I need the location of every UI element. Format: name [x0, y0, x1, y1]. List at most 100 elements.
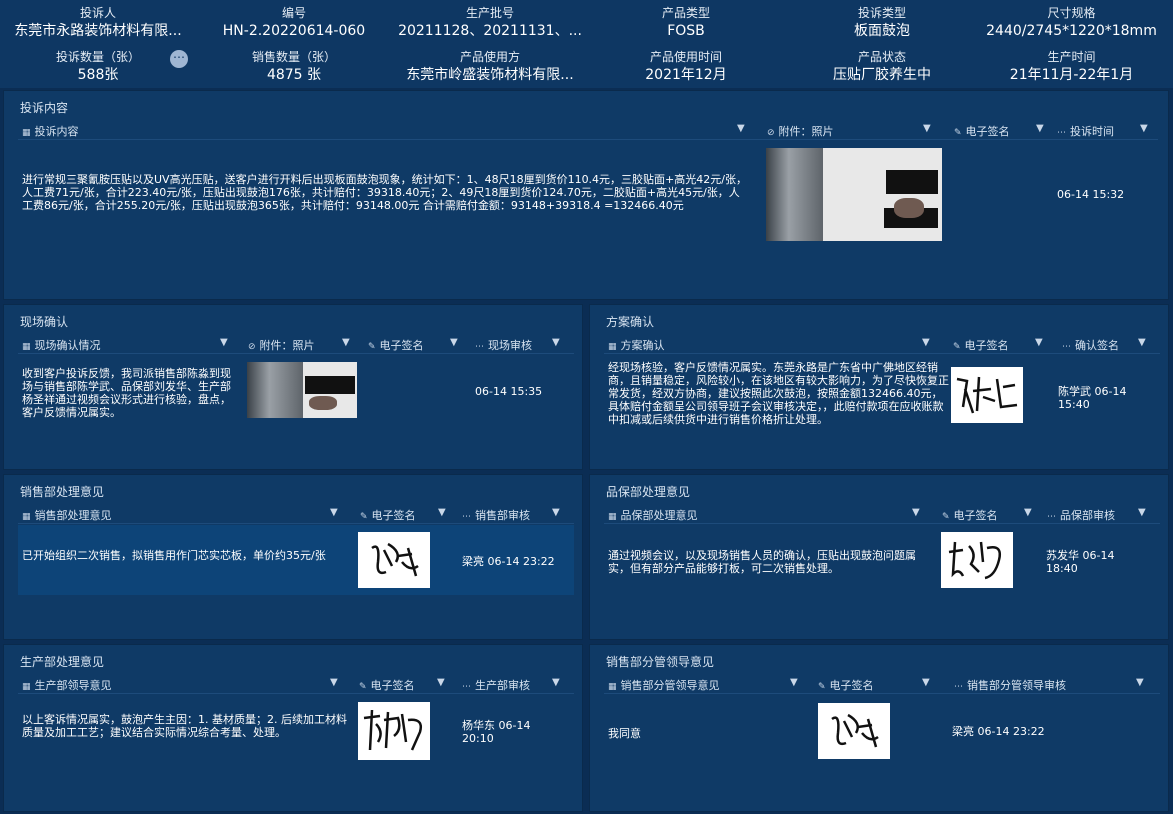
filter-icon[interactable]: ▼: [790, 677, 798, 688]
panel-title: 销售部处理意见: [20, 485, 105, 499]
panel-title: 投诉内容: [20, 101, 69, 115]
filter-icon[interactable]: ▼: [1136, 677, 1144, 688]
signature-image[interactable]: [358, 702, 430, 760]
field-value: 588张: [77, 67, 119, 83]
filter-icon[interactable]: ▼: [1035, 337, 1043, 348]
summary-row-1: 投诉人 东莞市永路装饰材料有限... 编号 HN-2.20220614-060 …: [0, 0, 1173, 44]
field-value: 东莞市永路装饰材料有限...: [14, 23, 182, 39]
col-label: 现场确认情况: [34, 339, 101, 352]
filter-icon[interactable]: ▼: [450, 337, 458, 348]
filter-icon[interactable]: ▼: [552, 507, 560, 518]
production-text: 以上客诉情况属实，鼓泡产生主因：1. 基材质量；2. 后续加工材料质量及加工工艺…: [22, 713, 347, 739]
product-type-field: 产品类型 FOSB: [588, 0, 784, 44]
leader-text: 我同意: [608, 727, 641, 740]
panel-title: 销售部分管领导意见: [606, 655, 715, 669]
site-confirmation-panel: 现场确认 ▦ 现场确认情况 ▼ ⊘ 附件：照片 ▼ ✎ 电子签名 ▼ ⋯ 现场审核 ▼ …: [3, 304, 583, 470]
filter-icon[interactable]: ▼: [552, 337, 560, 348]
quality-opinion-panel: 品保部处理意见 ▦ 品保部处理意见 ▼ ✎ 电子签名 ▼ ⋯ 品保部审核 ▼ 通过视频…: [589, 474, 1169, 640]
pen-icon: ✎: [953, 342, 961, 352]
panel-title: 品保部处理意见: [606, 485, 691, 499]
filter-icon[interactable]: ▼: [1138, 507, 1146, 518]
signature-image[interactable]: [818, 703, 890, 759]
col-label: 电子签名: [370, 679, 415, 692]
grid-icon: ▦: [22, 342, 31, 352]
field-value: 2021年12月: [645, 67, 727, 83]
col-label: 电子签名: [829, 679, 874, 692]
site-photo[interactable]: [247, 362, 357, 418]
pen-icon: ✎: [360, 512, 368, 522]
filter-icon[interactable]: ▼: [220, 337, 228, 348]
pen-icon: ✎: [942, 512, 950, 522]
grid-icon: ▦: [22, 512, 31, 522]
site-review-time: 06-14 15:35: [475, 385, 543, 398]
field-label: 尺寸规格: [1047, 6, 1096, 20]
field-value: 4875 张: [266, 67, 322, 83]
filter-icon[interactable]: ▼: [912, 507, 920, 518]
sales-leader-opinion-panel: 销售部分管领导意见 ▦ 销售部分管领导意见 ▼ ✎ 电子签名 ▼ ⋯ 销售部分管领导审…: [589, 644, 1169, 812]
col-label: 电子签名: [371, 509, 416, 522]
filter-icon[interactable]: ▼: [922, 677, 930, 688]
batch-field: 生产批号 20211128、20211131、...: [392, 0, 588, 44]
field-label: 产品状态: [857, 50, 906, 64]
field-value: 21年11月-22年1月: [1009, 67, 1134, 83]
quality-signer: 苏发华 06-14 18:40: [1046, 549, 1115, 575]
production-time-field: 生产时间 21年11月-22年1月: [970, 44, 1173, 88]
col-label: 方案确认: [620, 339, 665, 352]
grid-icon: ▦: [608, 512, 617, 522]
paperclip-icon: ⊘: [767, 128, 775, 138]
field-value: 压贴厂胶养生中: [833, 67, 931, 83]
col-label: 销售部分管领导审核: [967, 679, 1066, 692]
col-label: 电子签名: [964, 339, 1009, 352]
col-label: 现场审核: [488, 339, 532, 352]
complaint-photo[interactable]: [766, 148, 942, 241]
divider: [604, 523, 1160, 524]
field-label: 销售数量（张）: [251, 50, 336, 64]
filter-icon[interactable]: ▼: [1036, 123, 1044, 134]
filter-icon[interactable]: ▼: [1024, 507, 1032, 518]
col-label: 品保部审核: [1060, 509, 1115, 522]
divider: [18, 353, 574, 354]
dots-icon: ⋯: [954, 682, 963, 692]
field-value: 2440/2745*1220*18mm: [986, 23, 1157, 39]
panel-title: 生产部处理意见: [20, 655, 105, 669]
filter-icon[interactable]: ▼: [437, 677, 445, 688]
summary-header: 投诉人 东莞市永路装饰材料有限... 编号 HN-2.20220614-060 …: [0, 0, 1173, 88]
signature-image[interactable]: [941, 532, 1013, 588]
col-label: 投诉时间: [1070, 125, 1114, 138]
sales-signer: 梁亮 06-14 23:22: [462, 555, 555, 568]
complaint-detail-page: 投诉人 东莞市永路装饰材料有限... 编号 HN-2.20220614-060 …: [0, 0, 1173, 814]
paperclip-icon: ⊘: [248, 342, 256, 352]
complaint-text: 进行常规三聚氰胺压贴以及UV高光压贴，送客户进行开料后出现板面鼓泡现象，统计如下…: [22, 173, 747, 212]
panel-title: 现场确认: [20, 315, 69, 329]
product-status-field: 产品状态 压贴厂胶养生中: [784, 44, 980, 88]
col-label: 销售部审核: [475, 509, 530, 522]
signature-image[interactable]: [358, 532, 430, 588]
divider: [604, 353, 1160, 354]
filter-icon[interactable]: ▼: [1138, 337, 1146, 348]
product-user-field: 产品使用方 东莞市岭盛装饰材料有限...: [392, 44, 588, 88]
production-opinion-panel: 生产部处理意见 ▦ 生产部领导意见 ▼ ✎ 电子签名 ▼ ⋯ 生产部审核 ▼ 以上客诉…: [3, 644, 583, 812]
filter-icon[interactable]: ▼: [330, 507, 338, 518]
grid-icon: ▦: [608, 342, 617, 352]
col-label: 品保部处理意见: [620, 509, 698, 522]
more-icon[interactable]: ⋯: [170, 50, 188, 68]
field-value: HN-2.20220614-060: [222, 23, 366, 39]
filter-icon[interactable]: ▼: [438, 507, 446, 518]
col-label: 附件：照片: [259, 339, 315, 352]
filter-icon[interactable]: ▼: [330, 677, 338, 688]
dots-icon: ⋯: [462, 682, 471, 692]
filter-icon[interactable]: ▼: [342, 337, 350, 348]
filter-icon[interactable]: ▼: [922, 337, 930, 348]
filter-icon[interactable]: ▼: [552, 677, 560, 688]
field-label: 产品使用方: [459, 50, 520, 64]
filter-icon[interactable]: ▼: [737, 123, 745, 134]
col-label: 电子签名: [953, 509, 998, 522]
filter-icon[interactable]: ▼: [923, 123, 931, 134]
divider: [18, 139, 1158, 140]
number-field: 编号 HN-2.20220614-060: [196, 0, 392, 44]
plan-text: 经现场核验，客户反馈情况属实。东莞永路是广东省中广佛地区经销商，且销量稳定，风险…: [608, 361, 949, 426]
signature-image[interactable]: [951, 367, 1023, 423]
filter-icon[interactable]: ▼: [1140, 123, 1148, 134]
col-label: 生产部领导意见: [34, 679, 112, 692]
dots-icon: ⋯: [1057, 128, 1066, 138]
